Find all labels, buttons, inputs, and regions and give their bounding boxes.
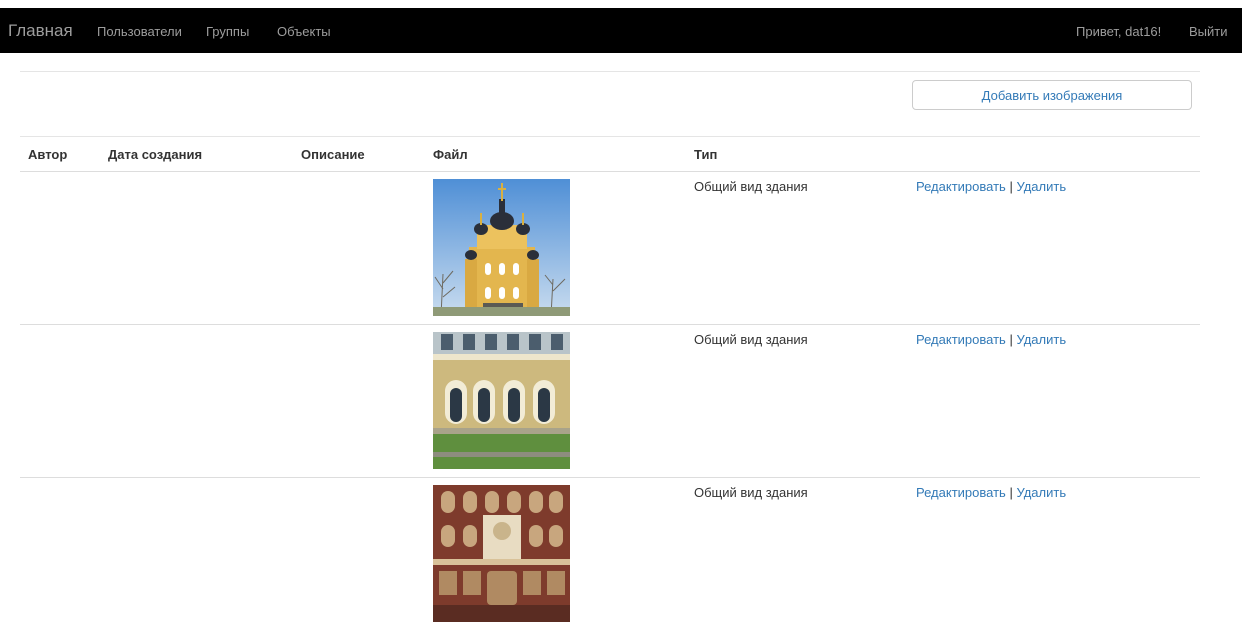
cell-actions: Редактировать | Удалить [908, 478, 1200, 630]
edit-link[interactable]: Редактировать [916, 485, 1006, 500]
edit-link[interactable]: Редактировать [916, 179, 1006, 194]
column-header-author: Автор [20, 137, 100, 172]
column-header-type: Тип [686, 137, 908, 172]
cell-description [293, 478, 425, 630]
add-images-button[interactable]: Добавить изображения [912, 80, 1192, 110]
cell-file [425, 478, 686, 630]
nav-link-objects[interactable]: Объекты [277, 24, 331, 39]
cell-file [425, 172, 686, 325]
cell-author [20, 325, 100, 478]
iconostasis-thumbnail[interactable] [433, 485, 570, 622]
column-header-description: Описание [293, 137, 425, 172]
action-separator: | [1009, 332, 1012, 347]
column-header-created: Дата создания [100, 137, 293, 172]
column-header-file: Файл [425, 137, 686, 172]
church-facade-thumbnail[interactable] [433, 332, 570, 469]
column-header-actions [908, 137, 1200, 172]
delete-link[interactable]: Удалить [1016, 485, 1066, 500]
table-header-row: Автор Дата создания Описание Файл Тип [20, 137, 1200, 172]
cell-type: Общий вид здания [686, 172, 908, 325]
church-exterior-thumbnail[interactable] [433, 179, 570, 316]
delete-link[interactable]: Удалить [1016, 179, 1066, 194]
edit-link[interactable]: Редактировать [916, 332, 1006, 347]
cell-actions: Редактировать | Удалить [908, 172, 1200, 325]
cell-author [20, 478, 100, 630]
cell-description [293, 325, 425, 478]
cell-actions: Редактировать | Удалить [908, 325, 1200, 478]
images-table: Автор Дата создания Описание Файл Тип [20, 136, 1200, 630]
top-navbar: Главная Пользователи Группы Объекты Прив… [0, 8, 1242, 53]
divider [20, 71, 1200, 72]
nav-greeting-user[interactable]: Привет, dat16! [1076, 24, 1161, 39]
cell-created [100, 172, 293, 325]
table-row: Общий вид здания Редактировать | Удалить [20, 172, 1200, 325]
nav-link-users[interactable]: Пользователи [97, 24, 182, 39]
cell-type: Общий вид здания [686, 478, 908, 630]
table-row: Общий вид здания Редактировать | Удалить [20, 478, 1200, 630]
cell-description [293, 172, 425, 325]
cell-created [100, 325, 293, 478]
nav-brand-home[interactable]: Главная [8, 21, 73, 41]
action-separator: | [1009, 485, 1012, 500]
cell-created [100, 478, 293, 630]
action-separator: | [1009, 179, 1012, 194]
cell-author [20, 172, 100, 325]
cell-file [425, 325, 686, 478]
nav-logout-link[interactable]: Выйти [1189, 24, 1228, 39]
cell-type: Общий вид здания [686, 325, 908, 478]
nav-link-groups[interactable]: Группы [206, 24, 249, 39]
delete-link[interactable]: Удалить [1016, 332, 1066, 347]
table-row: Общий вид здания Редактировать | Удалить [20, 325, 1200, 478]
